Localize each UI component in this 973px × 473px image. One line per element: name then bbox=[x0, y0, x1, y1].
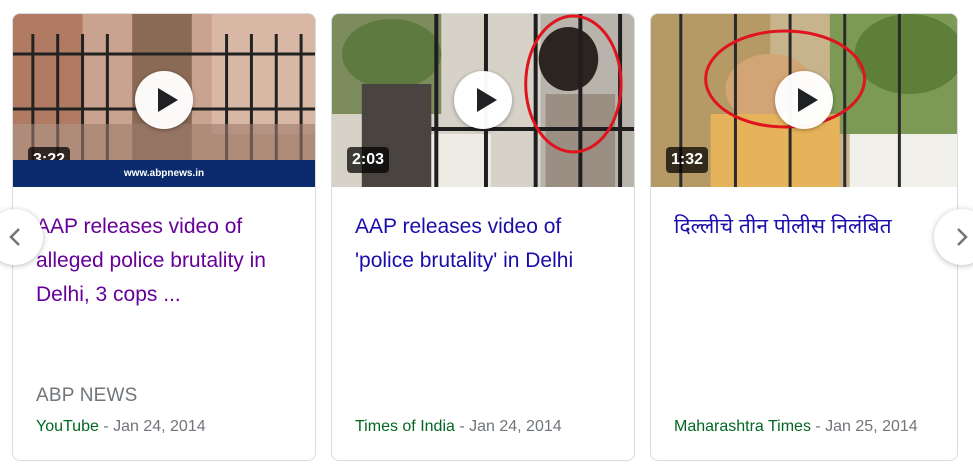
channel-watermark: www.abpnews.in bbox=[13, 160, 315, 187]
video-title-link[interactable]: दिल्लीचे तीन पोलीस निलंबित bbox=[674, 210, 939, 244]
play-icon[interactable] bbox=[454, 71, 512, 129]
video-card-3[interactable]: 1:32 दिल्लीचे तीन पोलीस निलंबित Maharash… bbox=[650, 13, 958, 461]
play-icon[interactable] bbox=[775, 71, 833, 129]
video-source: YouTube bbox=[36, 418, 99, 435]
video-title-link[interactable]: AAP releases video of alleged police bru… bbox=[36, 210, 297, 312]
video-thumbnail[interactable]: 1:32 bbox=[651, 14, 957, 187]
chevron-left-icon bbox=[9, 228, 20, 246]
video-card-1[interactable]: 3:22 www.abpnews.in AAP releases video o… bbox=[12, 13, 316, 461]
video-date: - Jan 24, 2014 bbox=[454, 418, 562, 435]
video-date: - Jan 25, 2014 bbox=[810, 418, 918, 435]
play-icon[interactable] bbox=[135, 71, 193, 129]
video-duration: 2:03 bbox=[347, 147, 390, 173]
video-meta: Maharashtra Times - Jan 25, 2014 bbox=[674, 418, 918, 436]
video-thumbnail[interactable]: 2:03 bbox=[332, 14, 634, 187]
video-meta: YouTube - Jan 24, 2014 bbox=[36, 418, 206, 436]
video-meta: Times of India - Jan 24, 2014 bbox=[355, 418, 562, 436]
video-date: - Jan 24, 2014 bbox=[98, 418, 206, 435]
video-source: Maharashtra Times bbox=[674, 418, 811, 435]
video-duration: 1:32 bbox=[666, 147, 709, 173]
chevron-right-icon bbox=[957, 228, 968, 246]
video-carousel: 3:22 www.abpnews.in AAP releases video o… bbox=[0, 0, 973, 473]
video-thumbnail[interactable]: 3:22 www.abpnews.in bbox=[13, 14, 315, 187]
video-title-link[interactable]: AAP releases video of 'police brutality'… bbox=[355, 210, 616, 278]
video-source: Times of India bbox=[355, 418, 455, 435]
publisher-name: ABP NEWS bbox=[36, 385, 138, 406]
video-card-2[interactable]: 2:03 AAP releases video of 'police bruta… bbox=[331, 13, 635, 461]
